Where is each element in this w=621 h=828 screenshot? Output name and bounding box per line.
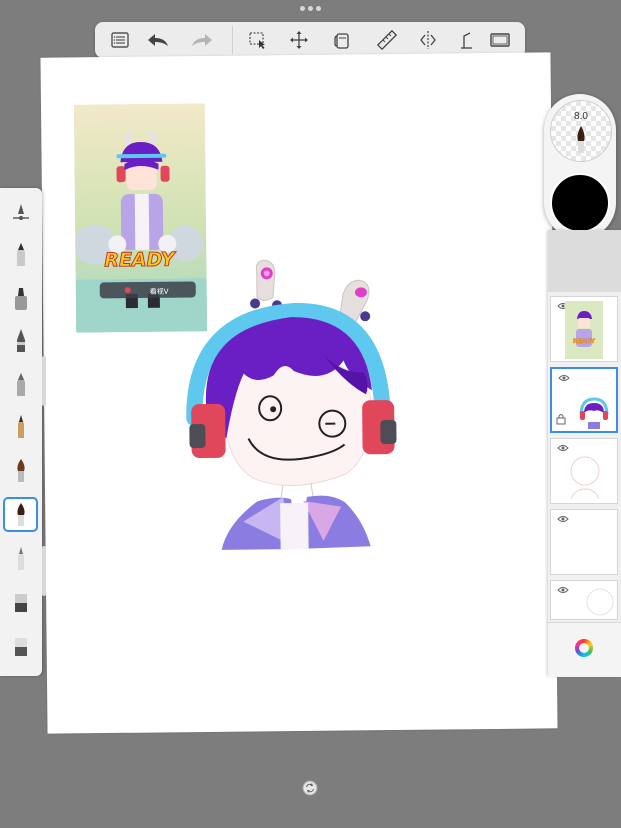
ready-banner: READY	[104, 249, 177, 272]
sketchbook-app: READY 看视V 8.0 READY	[0, 0, 621, 828]
brush-palette	[0, 188, 42, 676]
layers-panel: READY	[548, 230, 621, 677]
sync-icon[interactable]	[302, 780, 318, 796]
layer-reference[interactable]: READY	[550, 296, 618, 362]
color-wheel-icon[interactable]	[575, 639, 593, 657]
paintbrush-icon[interactable]	[4, 454, 37, 487]
undo-arrow-icon[interactable]	[145, 27, 171, 53]
svg-text:READY: READY	[573, 338, 596, 345]
ruler-icon[interactable]	[374, 27, 400, 53]
perspective-icon[interactable]	[455, 27, 481, 53]
brush-puck[interactable]: 8.0	[544, 94, 616, 239]
move-icon[interactable]	[286, 27, 312, 53]
selected-brush-icon[interactable]	[3, 497, 38, 532]
brush-size-label: 8.0	[574, 111, 588, 122]
eye-icon[interactable]	[558, 374, 570, 382]
brush-size-control[interactable]: 8.0	[550, 100, 612, 162]
pen-icon[interactable]	[4, 324, 37, 357]
marker-icon[interactable]	[4, 282, 37, 315]
lock-icon[interactable]	[556, 413, 566, 425]
top-handle[interactable]	[300, 6, 322, 12]
eye-icon[interactable]	[557, 586, 569, 594]
redo-arrow-icon[interactable]	[189, 27, 215, 53]
layer-color[interactable]	[550, 367, 618, 433]
selection-icon[interactable]	[245, 27, 271, 53]
layers-header	[548, 230, 621, 292]
pencil-icon[interactable]	[4, 238, 37, 271]
current-color-swatch[interactable]	[550, 173, 610, 233]
palette-handle[interactable]	[42, 356, 46, 406]
eraser-icon[interactable]	[4, 586, 37, 619]
ink-pen-icon[interactable]	[4, 410, 37, 443]
list-icon[interactable]	[107, 27, 133, 53]
frame-icon[interactable]	[487, 27, 513, 53]
palette-handle[interactable]	[42, 546, 46, 596]
layer-circle[interactable]	[550, 580, 618, 620]
layer-sketch[interactable]	[550, 438, 618, 504]
layers-footer	[548, 622, 621, 677]
airbrush-icon[interactable]	[4, 368, 37, 401]
eye-icon[interactable]	[557, 515, 569, 523]
reference-image[interactable]: READY 看视V	[73, 103, 208, 333]
ref-badge-text: 看视V	[150, 287, 169, 296]
toolbar-divider	[232, 26, 233, 54]
symmetry-icon[interactable]	[415, 27, 441, 53]
bucket-icon[interactable]	[329, 27, 355, 53]
layer-blank[interactable]	[550, 509, 618, 575]
brush-preview-icon	[577, 126, 585, 153]
eye-icon[interactable]	[557, 444, 569, 452]
hard-eraser-icon[interactable]	[4, 630, 37, 663]
smudge-icon[interactable]	[4, 542, 37, 575]
brush-settings-icon[interactable]	[4, 196, 37, 229]
